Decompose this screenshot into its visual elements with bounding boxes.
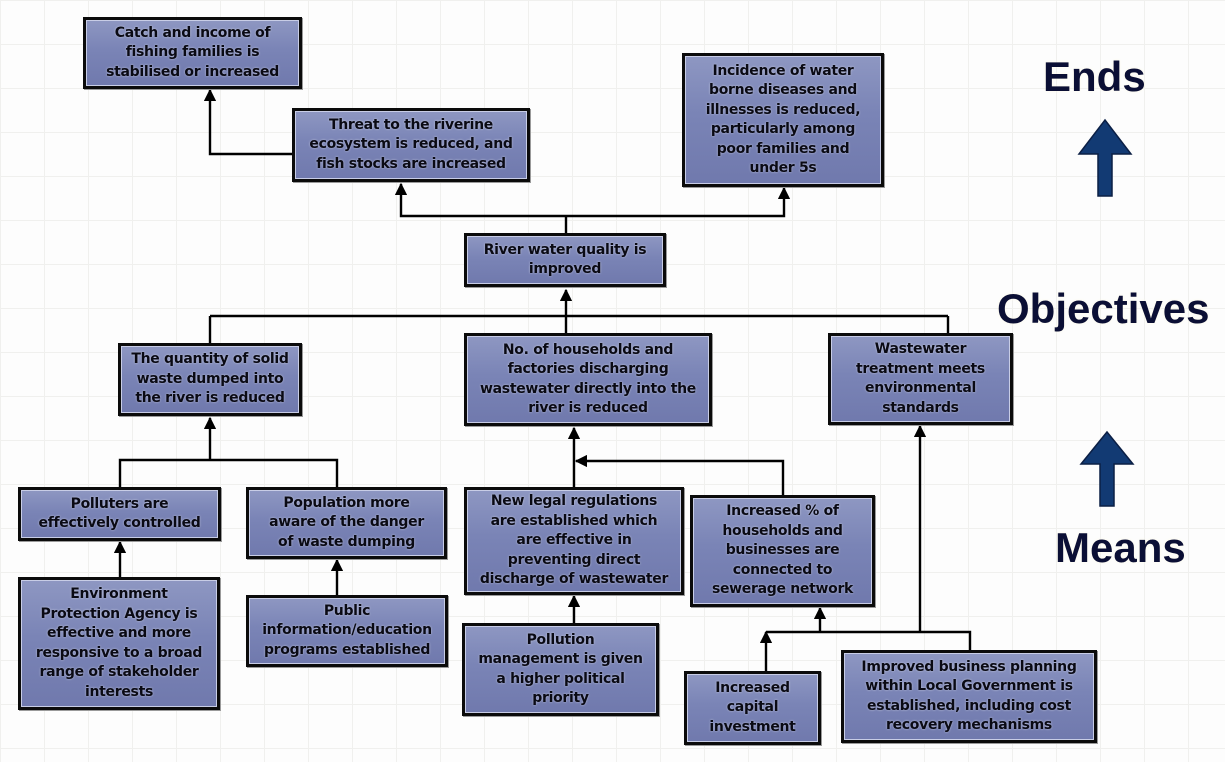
node-text: New legal regulations are established whi… [479, 493, 669, 588]
node-water-diseases: Incidence of water borne diseases and illn… [682, 53, 884, 187]
node-text: Catch and income of fishing families is st… [106, 24, 279, 80]
connector-means-left-bus [118, 458, 339, 488]
node-riverine-threat: Threat to the riverine ecosystem is reduc… [292, 108, 530, 182]
side-label-ends: Ends [1043, 53, 1146, 100]
node-households-discharging: No. of households and factories dischargi… [464, 333, 712, 426]
connector-quality-to-riverine [394, 182, 566, 218]
side-label-means: Means [1055, 524, 1186, 571]
node-text: Pollution management is given a higher pol… [478, 631, 643, 707]
objectives-tree-diagram: Catch and income of fishing families is st… [0, 0, 1225, 762]
node-business-planning: Improved business planning within Local G… [841, 650, 1097, 743]
node-text: Wastewater treatment meets environmental st… [856, 341, 985, 416]
node-text: Improved business planning within Local G… [861, 658, 1077, 734]
node-text: Threat to the riverine ecosystem is reduc… [309, 116, 513, 172]
node-capital-investment: Increased capital investment [684, 671, 821, 745]
node-epa-effective: Environment Protection Agency is effective… [18, 577, 220, 710]
node-river-quality: River water quality is improved [464, 233, 666, 287]
side-label-objectives: Objectives [997, 285, 1210, 332]
connector-means-right-bus [766, 630, 972, 650]
node-text: Increased capital investment [709, 679, 796, 735]
up-arrow-icon [1079, 430, 1135, 507]
connector-riverine-to-catch [203, 88, 294, 156]
node-legal-regulations: New legal regulations are established whi… [464, 487, 684, 595]
node-wastewater-treatment: Wastewater treatment meets environmental st… [828, 333, 1013, 425]
node-catch-income: Catch and income of fishing families is st… [83, 17, 302, 89]
node-pollution-priority: Pollution management is given a higher pol… [462, 623, 659, 716]
node-text: Polluters are effectively controlled [38, 495, 201, 532]
node-text: Incidence of water borne diseases and illn… [705, 62, 861, 177]
connector-quality-to-diseases [566, 186, 791, 218]
node-text: The quantity of solid waste dumped into th… [131, 351, 289, 407]
node-population-aware: Population more aware of the danger of was… [246, 487, 447, 559]
node-sewerage-connected: Increased % of households and businesses a… [690, 495, 875, 607]
node-text: Public information/education programs esta… [262, 602, 432, 658]
node-text: River water quality is improved [483, 241, 647, 278]
node-text: Population more aware of the danger of was… [269, 494, 424, 550]
node-text: No. of households and factories dischargi… [480, 341, 696, 417]
up-arrow-icon [1077, 118, 1133, 197]
node-solid-waste: The quantity of solid waste dumped into th… [118, 343, 302, 416]
node-public-info: Public information/education programs esta… [246, 595, 448, 667]
node-polluters-controlled: Polluters are effectively controlled [18, 487, 221, 541]
node-text: Increased % of households and businesses a… [711, 503, 854, 598]
node-text: Environment Protection Agency is effective… [35, 586, 203, 700]
